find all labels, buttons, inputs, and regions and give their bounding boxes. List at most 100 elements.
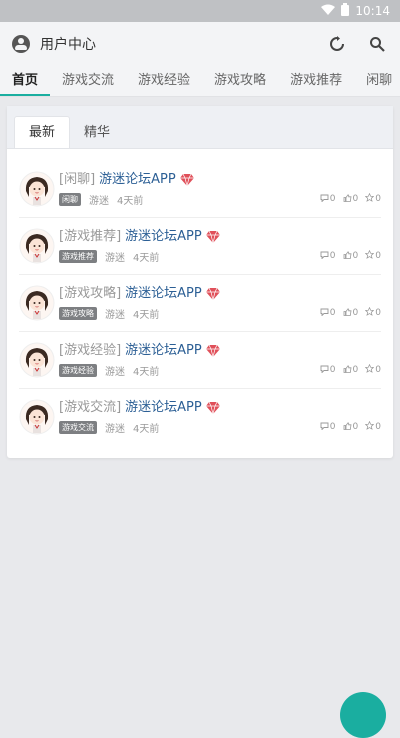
post-item[interactable]: [游戏攻略] 游迷论坛APP 游戏攻略 游迷 4天前 0 0 0: [19, 275, 381, 332]
like-value: 0: [352, 308, 359, 318]
post-stats: 0 0 0: [320, 420, 381, 433]
post-item[interactable]: [游戏交流] 游迷论坛APP 游戏交流 游迷 4天前 0 0 0: [19, 389, 381, 445]
post-category: [游戏攻略]: [59, 286, 122, 301]
post-title[interactable]: [游戏交流] 游迷论坛APP: [59, 399, 381, 417]
star-value: 0: [375, 422, 381, 432]
avatar[interactable]: [19, 399, 55, 435]
category-badge: 闲聊: [59, 193, 81, 206]
like-count[interactable]: 0: [343, 307, 359, 319]
star-count[interactable]: 0: [364, 363, 381, 376]
post-name[interactable]: 游迷论坛APP: [125, 399, 202, 417]
comment-count[interactable]: 0: [320, 307, 336, 319]
tab-chat[interactable]: 闲聊: [354, 69, 400, 96]
post-item[interactable]: [游戏推荐] 游迷论坛APP 游戏推荐 游迷 4天前 0 0 0: [19, 218, 381, 275]
comment-count[interactable]: 0: [320, 364, 336, 376]
post-card: 最新 精华 [闲聊] 游迷论坛APP 闲聊 游迷 4天前 0 0 0 [游戏推荐] 游迷论坛APP…: [7, 106, 393, 458]
comment-value: 0: [329, 422, 336, 432]
comment-value: 0: [329, 308, 336, 318]
like-icon: [343, 421, 352, 433]
comment-icon: [320, 251, 329, 262]
post-title[interactable]: [游戏推荐] 游迷论坛APP: [59, 228, 381, 246]
category-badge: 游戏经验: [59, 364, 97, 377]
like-count[interactable]: 0: [343, 364, 359, 376]
post-item[interactable]: [闲聊] 游迷论坛APP 闲聊 游迷 4天前 0 0 0: [19, 161, 381, 218]
like-count[interactable]: 0: [343, 193, 359, 205]
like-count[interactable]: 0: [343, 250, 358, 262]
app-header: 用户中心: [0, 22, 400, 66]
comment-value: 0: [329, 365, 336, 375]
nav-tabs: 首页 游戏交流 游戏经验 游戏攻略 游戏推荐 闲聊: [0, 66, 400, 97]
battery-icon: [341, 3, 350, 19]
star-icon: [364, 192, 375, 205]
star-icon: [364, 249, 375, 262]
comment-count[interactable]: 0: [320, 193, 336, 205]
comment-value: 0: [329, 251, 336, 261]
post-title[interactable]: [游戏攻略] 游迷论坛APP: [59, 285, 381, 303]
post-author[interactable]: 游迷: [105, 249, 125, 264]
avatar[interactable]: [19, 228, 55, 264]
post-time: 4天前: [133, 424, 160, 435]
comment-count[interactable]: 0: [320, 421, 336, 433]
post-stats: 0 0 0: [320, 306, 381, 319]
comment-icon: [320, 308, 329, 319]
post-name[interactable]: 游迷论坛APP: [125, 342, 202, 360]
comment-value: 0: [329, 194, 336, 204]
post-author[interactable]: 游迷: [105, 420, 125, 435]
post-item[interactable]: [游戏经验] 游迷论坛APP 游戏经验 游迷 4天前 0 0 0: [19, 332, 381, 389]
gem-icon: [205, 231, 220, 243]
post-stats: 0 0 0: [320, 363, 381, 376]
post-title[interactable]: [游戏经验] 游迷论坛APP: [59, 342, 381, 360]
post-author[interactable]: 游迷: [105, 363, 125, 378]
post-category: [游戏推荐]: [59, 229, 122, 244]
post-title[interactable]: [闲聊] 游迷论坛APP: [59, 171, 381, 189]
post-time: 4天前: [117, 196, 144, 207]
tab-game-guide[interactable]: 游戏攻略: [202, 69, 278, 96]
card-tab-latest[interactable]: 最新: [14, 116, 71, 148]
post-name[interactable]: 游迷论坛APP: [99, 171, 176, 189]
like-icon: [343, 307, 352, 319]
tab-game-experience[interactable]: 游戏经验: [126, 69, 202, 96]
category-badge: 游戏交流: [59, 421, 97, 434]
header-title[interactable]: 用户中心: [40, 34, 308, 54]
star-count[interactable]: 0: [364, 249, 381, 262]
star-count[interactable]: 0: [364, 306, 381, 319]
star-count[interactable]: 0: [364, 192, 381, 205]
comment-count[interactable]: 0: [320, 250, 336, 262]
post-name[interactable]: 游迷论坛APP: [125, 228, 202, 246]
tab-game-exchange[interactable]: 游戏交流: [50, 69, 126, 96]
gem-icon: [205, 402, 220, 414]
search-icon[interactable]: [366, 33, 388, 55]
post-author[interactable]: 游迷: [105, 306, 125, 321]
tab-game-recommend[interactable]: 游戏推荐: [278, 69, 354, 96]
star-icon: [364, 420, 375, 433]
post-stats: 0 0 0: [320, 192, 381, 205]
post-list: [闲聊] 游迷论坛APP 闲聊 游迷 4天前 0 0 0 [游戏推荐] 游迷论坛APP 游戏推荐 游迷…: [7, 149, 393, 445]
floating-action-button[interactable]: [340, 692, 386, 738]
refresh-icon[interactable]: [326, 33, 348, 55]
avatar[interactable]: [19, 342, 55, 378]
star-count[interactable]: 0: [364, 420, 381, 433]
like-count[interactable]: 0: [343, 421, 359, 433]
avatar[interactable]: [19, 285, 55, 321]
comment-icon: [320, 194, 329, 205]
user-icon[interactable]: [12, 35, 30, 53]
wifi-icon: [321, 4, 336, 19]
like-value: 0: [352, 194, 359, 204]
status-time: 10:14: [355, 4, 390, 18]
card-tabs: 最新 精华: [7, 106, 393, 149]
category-badge: 游戏攻略: [59, 307, 97, 320]
like-icon: [343, 193, 352, 205]
post-time: 4天前: [133, 310, 160, 321]
post-category: [游戏交流]: [59, 400, 122, 415]
like-value: 0: [352, 365, 359, 375]
post-name[interactable]: 游迷论坛APP: [125, 285, 202, 303]
like-value: 0: [352, 422, 359, 432]
like-icon: [343, 250, 352, 262]
gem-icon: [179, 174, 194, 186]
star-value: 0: [375, 365, 381, 375]
post-author[interactable]: 游迷: [89, 192, 109, 207]
gem-icon: [205, 345, 220, 357]
avatar[interactable]: [19, 171, 55, 207]
card-tab-featured[interactable]: 精华: [70, 117, 124, 148]
tab-home[interactable]: 首页: [0, 69, 51, 96]
